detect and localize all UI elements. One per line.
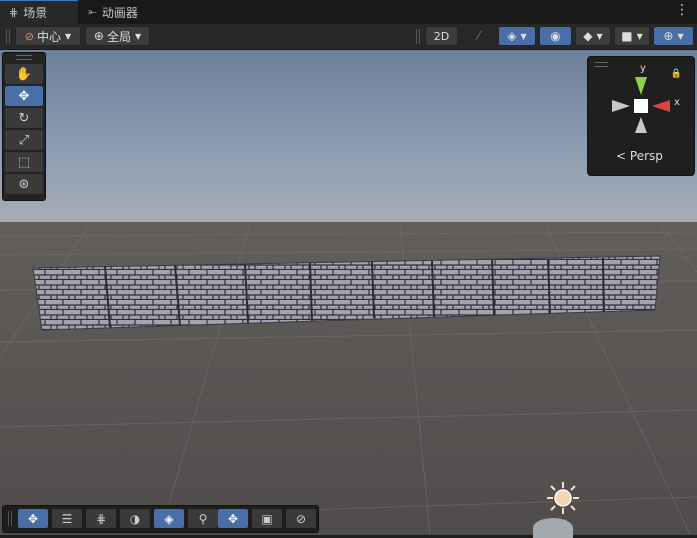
projection-label: Persp [629, 149, 663, 163]
tab-bar: ⋕ 场景 ⤜ 动画器 ⋮ [0, 0, 697, 24]
eye-icon: ◉ [550, 29, 561, 43]
surface-snap-icon: ◈ [164, 511, 174, 526]
x-axis-cone [652, 100, 670, 112]
y-axis-label: y [640, 63, 646, 74]
panel-drag-handle[interactable] [3, 53, 45, 62]
chevron-down-icon: ▼ [636, 31, 643, 41]
move-icon: ✥ [18, 88, 30, 104]
camera-icon: ■ [621, 29, 633, 43]
pivot-label: 中心 [37, 29, 62, 44]
move-tool-button[interactable]: ✥ [5, 86, 43, 106]
overlay-grip[interactable] [8, 511, 12, 526]
visibility-toggle[interactable]: ◉ [539, 26, 572, 46]
align-icon: ☰ [61, 511, 73, 526]
chevron-down-icon: ▼ [134, 31, 142, 41]
scene-toolbar: ⊘ 中心 ▼ ⊕ 全局 ▼ 2D ⁄ ◈ ▼ ◉ ◆ ▼ ■ ▼ ⊕ ▼ [0, 24, 697, 50]
animator-icon: ⤜ [88, 5, 97, 18]
search-button[interactable]: ⚲ [188, 509, 218, 528]
scale-tool-button[interactable]: ⤢ [5, 130, 43, 150]
pivot-move-icon: ✥ [227, 511, 239, 526]
shading-icon: ◑ [129, 511, 141, 526]
y-axis-cone [635, 77, 647, 95]
neg-x-axis-cone [612, 100, 630, 112]
scale-icon: ⤢ [18, 132, 30, 148]
chevron-down-icon: ▼ [596, 31, 603, 41]
space-dropdown[interactable]: ⊕ 全局 ▼ [85, 26, 150, 46]
camera-icon: ▣ [261, 511, 273, 526]
overlay-toolbar: ✥ ☰ ⋕ ◑ ◈ ⚲ ✥ ▣ ⊘ [2, 505, 319, 533]
shading-button[interactable]: ◑ [120, 509, 150, 528]
tab-scene[interactable]: ⋕ 场景 [0, 0, 78, 24]
transform-icon: ⊛ [18, 176, 30, 192]
lighting-icon: ⁄ [477, 29, 480, 43]
camera-overlay-button[interactable]: ▣ [252, 509, 282, 528]
2d-icon: 2D [433, 29, 450, 43]
tab-scene-label: 场景 [23, 6, 48, 20]
center-cube [634, 99, 648, 113]
x-axis-label: x [674, 97, 680, 108]
tools-panel: ✋ ✥ ↻ ⤢ ⬚ ⊛ [2, 52, 46, 201]
layers-icon: ◆ [583, 29, 593, 43]
draw-mode-icon: ◈ [507, 29, 517, 43]
grid-snap-icon: ⋕ [95, 511, 107, 526]
rect-transform-icon: ⬚ [17, 154, 31, 170]
layers-dropdown[interactable]: ◆ ▼ [575, 26, 611, 46]
grid-icon: ⋕ [9, 6, 19, 19]
align-overlay-button[interactable]: ☰ [52, 509, 82, 528]
toolbar-grip-2[interactable] [416, 29, 420, 44]
navigation-button[interactable]: ⊘ [286, 509, 316, 528]
rotate-icon: ↻ [18, 110, 30, 126]
neg-z-axis-cone [635, 117, 647, 133]
2d-toggle[interactable]: 2D [425, 26, 458, 46]
globe-icon: ⊕ [93, 29, 104, 43]
tab-animator-label: 动画器 [101, 5, 138, 20]
compass-icon: ⊘ [295, 511, 307, 526]
space-label: 全局 [106, 29, 131, 44]
move-overlay-button[interactable]: ✥ [18, 509, 48, 528]
pivot-overlay-button[interactable]: ✥ [218, 509, 248, 528]
perspective-icon: < [616, 149, 627, 163]
pivot-icon: ⊘ [24, 29, 35, 43]
draw-mode-dropdown[interactable]: ◈ ▼ [498, 26, 536, 46]
more-options-icon[interactable]: ⋮ [675, 2, 689, 18]
search-icon: ⚲ [198, 511, 208, 526]
projection-toggle[interactable]: < Persp [616, 149, 663, 163]
pivot-dropdown[interactable]: ⊘ 中心 ▼ [15, 26, 81, 46]
chevron-down-icon: ▼ [677, 31, 684, 41]
transform-tool-button[interactable]: ⊛ [5, 174, 43, 194]
orientation-gizmo[interactable]: 🔒 y x < Persp [587, 56, 695, 176]
grid-snap-button[interactable]: ⋕ [86, 509, 116, 528]
rect-tool-button[interactable]: ⬚ [5, 152, 43, 172]
gizmos-icon: ⊕ [663, 29, 674, 43]
rotate-tool-button[interactable]: ↻ [5, 108, 43, 128]
hand-icon: ✋ [15, 66, 33, 82]
camera-dropdown[interactable]: ■ ▼ [614, 26, 650, 46]
lighting-toggle[interactable]: ⁄ [462, 26, 495, 46]
chevron-down-icon: ▼ [520, 31, 527, 41]
move-icon: ✥ [27, 511, 39, 526]
hand-tool-button[interactable]: ✋ [5, 64, 43, 84]
tab-animator[interactable]: ⤜ 动画器 [88, 0, 168, 24]
directional-light-icon[interactable] [545, 480, 581, 516]
chevron-down-icon: ▼ [65, 31, 72, 41]
surface-snap-button[interactable]: ◈ [154, 509, 184, 528]
gizmos-dropdown[interactable]: ⊕ ▼ [653, 26, 694, 46]
camera-gizmo-icon[interactable] [533, 518, 573, 538]
axis-gizmo-svg [612, 77, 670, 133]
toolbar-grip[interactable] [6, 29, 10, 44]
